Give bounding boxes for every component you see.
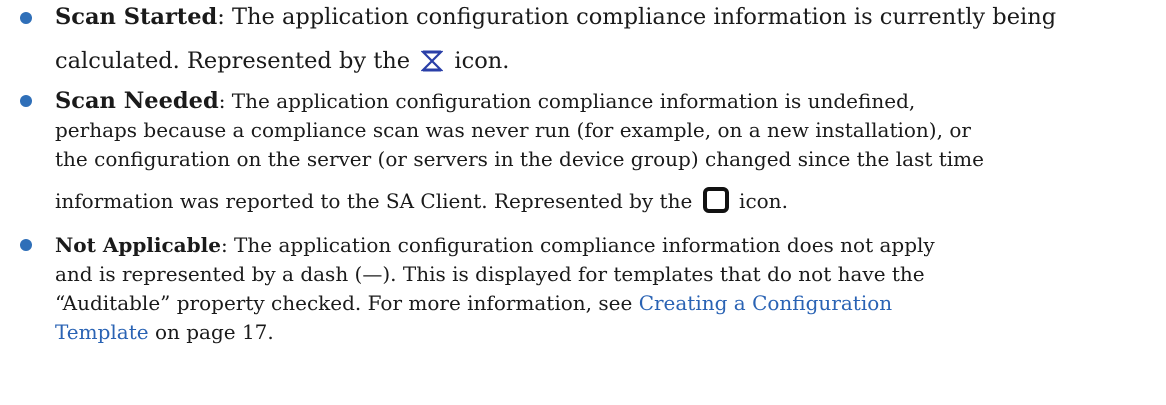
text-line: calculated. Represented by the icon.	[55, 47, 509, 79]
bullet	[20, 95, 32, 107]
hourglass-icon	[420, 50, 444, 79]
link-creating-configuration-template-cont[interactable]: Template	[55, 320, 149, 344]
text-line: the configuration on the server (or serv…	[55, 147, 984, 171]
bullet	[20, 12, 32, 24]
link-creating-configuration-template[interactable]: Creating a Configuration	[639, 291, 892, 315]
bullet	[20, 239, 32, 251]
term-scan-started: Scan Started	[55, 4, 218, 30]
text-line: “Auditable” property checked. For more i…	[55, 291, 893, 315]
term-scan-needed: Scan Needed	[55, 88, 219, 114]
text-line: perhaps because a compliance scan was ne…	[55, 118, 971, 142]
text-line: Not Applicable: The application configur…	[55, 233, 935, 257]
text-line: Scan Needed: The application configurati…	[55, 88, 916, 114]
text-line: information was reported to the SA Clien…	[55, 187, 788, 220]
text-line: and is represented by a dash (—). This i…	[55, 262, 925, 286]
term-not-applicable: Not Applicable	[55, 233, 221, 257]
text-line: Scan Started: The application configurat…	[55, 4, 1057, 30]
document-page: Scan Started: The application configurat…	[0, 0, 1166, 405]
text-line: Template on page 17.	[55, 320, 274, 344]
rounded-square-icon	[702, 187, 729, 220]
